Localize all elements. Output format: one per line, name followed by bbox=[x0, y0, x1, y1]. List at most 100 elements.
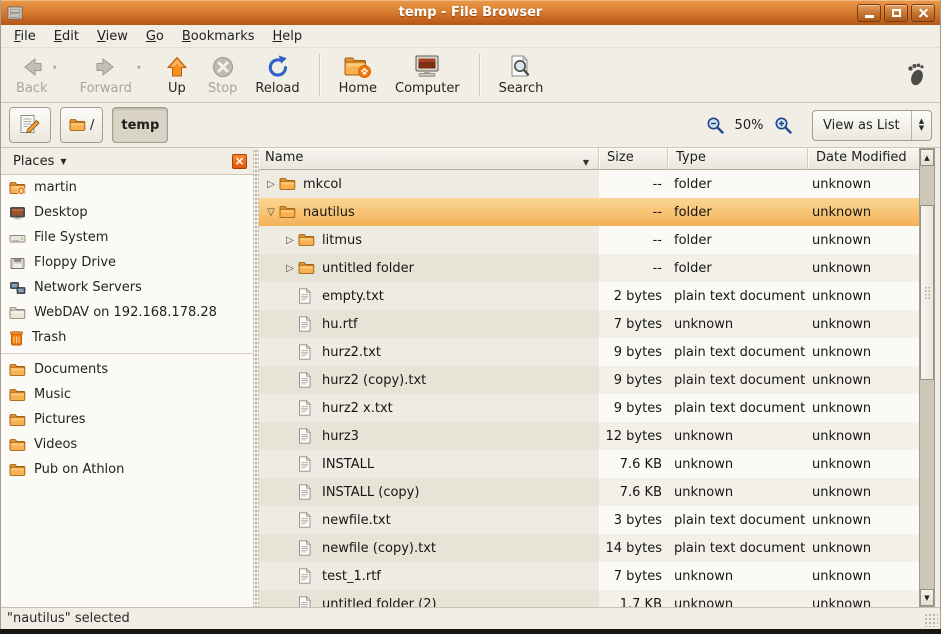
minimize-button[interactable] bbox=[857, 4, 881, 22]
file-row[interactable]: INSTALL (copy)7.6 KBunknownunknown bbox=[259, 478, 921, 506]
sidebar-item-file-system[interactable]: File System bbox=[1, 225, 253, 250]
scrollbar-thumb[interactable] bbox=[920, 205, 934, 380]
file-row[interactable]: hu.rtf7 bytesunknownunknown bbox=[259, 310, 921, 338]
file-name: empty.txt bbox=[322, 289, 384, 304]
document-icon bbox=[298, 512, 311, 528]
menu-help[interactable]: Help bbox=[264, 27, 312, 46]
close-button[interactable] bbox=[911, 4, 935, 22]
file-row[interactable]: ▽nautilus--folderunknown bbox=[259, 198, 921, 226]
file-date-modified: unknown bbox=[808, 478, 921, 506]
home-button[interactable]: Home bbox=[330, 52, 386, 97]
menu-go[interactable]: Go bbox=[137, 27, 173, 46]
search-button[interactable]: Search bbox=[490, 52, 553, 97]
file-row[interactable]: ▷mkcol--folderunknown bbox=[259, 170, 921, 198]
sidebar-item-label: Floppy Drive bbox=[34, 255, 116, 270]
forward-button[interactable]: Forward bbox=[71, 52, 141, 97]
places-list: martin Desktop File System Floppy Drive Netw… bbox=[1, 175, 253, 482]
expander-icon[interactable]: ▷ bbox=[263, 179, 279, 190]
file-date-modified: unknown bbox=[808, 394, 921, 422]
file-row[interactable]: INSTALL7.6 KBunknownunknown bbox=[259, 450, 921, 478]
back-button[interactable]: Back bbox=[7, 52, 57, 97]
root-path-label: / bbox=[90, 118, 94, 133]
up-button[interactable]: Up bbox=[155, 52, 199, 97]
sidebar-item-pub-on-athlon[interactable]: Pub on Athlon bbox=[1, 457, 253, 482]
file-row[interactable]: hurz312 bytesunknownunknown bbox=[259, 422, 921, 450]
file-row[interactable]: empty.txt2 bytesplain text documentunkno… bbox=[259, 282, 921, 310]
file-row[interactable]: newfile (copy).txt14 bytesplain text doc… bbox=[259, 534, 921, 562]
file-row[interactable]: ▷untitled folder--folderunknown bbox=[259, 254, 921, 282]
drive-icon bbox=[9, 231, 26, 245]
expander-icon[interactable]: ▽ bbox=[263, 207, 279, 218]
computer-icon bbox=[412, 54, 442, 80]
file-size: 12 bytes bbox=[599, 422, 668, 450]
column-header-date-modified[interactable]: Date Modified bbox=[808, 148, 921, 170]
file-name: hurz2 (copy).txt bbox=[322, 373, 426, 388]
computer-button[interactable]: Computer bbox=[386, 52, 469, 97]
root-path-button[interactable]: / bbox=[60, 107, 103, 143]
file-date-modified: unknown bbox=[808, 422, 921, 450]
reload-button[interactable]: Reload bbox=[246, 52, 308, 97]
titlebar[interactable]: temp - File Browser bbox=[1, 0, 940, 25]
chevron-down-icon: ▼ bbox=[60, 157, 66, 166]
file-row[interactable]: ▷litmus--folderunknown bbox=[259, 226, 921, 254]
file-row[interactable]: hurz2.txt9 bytesplain text documentunkno… bbox=[259, 338, 921, 366]
current-path-button[interactable]: temp bbox=[112, 107, 168, 143]
menu-file[interactable]: File bbox=[5, 27, 45, 46]
window-bottom-edge bbox=[0, 629, 941, 634]
column-header-type[interactable]: Type bbox=[668, 148, 808, 170]
zoom-in-button[interactable] bbox=[770, 112, 796, 138]
sidebar-item-documents[interactable]: Documents bbox=[1, 357, 253, 382]
forward-label: Forward bbox=[80, 81, 132, 96]
sidebar-item-webdav-on-192-168-178-28[interactable]: WebDAV on 192.168.178.28 bbox=[1, 300, 253, 325]
expander-icon[interactable]: ▷ bbox=[282, 263, 298, 274]
view-mode-selector[interactable]: View as List ▲▼ bbox=[812, 110, 932, 141]
maximize-button[interactable] bbox=[884, 4, 908, 22]
sidebar-close-button[interactable]: × bbox=[232, 154, 247, 169]
places-selector[interactable]: Places ▼ bbox=[7, 152, 73, 171]
file-row[interactable]: hurz2 (copy).txt9 bytesplain text docume… bbox=[259, 366, 921, 394]
sidebar-item-label: Music bbox=[34, 387, 71, 402]
resize-grip[interactable] bbox=[924, 613, 938, 627]
file-row[interactable]: untitled folder (2)1.7 KBunknownunknown bbox=[259, 590, 921, 607]
file-row[interactable]: newfile.txt3 bytesplain text documentunk… bbox=[259, 506, 921, 534]
file-name: INSTALL (copy) bbox=[322, 485, 419, 500]
sidebar-item-martin[interactable]: martin bbox=[1, 175, 253, 200]
menu-edit[interactable]: Edit bbox=[45, 27, 88, 46]
sidebar-item-videos[interactable]: Videos bbox=[1, 432, 253, 457]
file-date-modified: unknown bbox=[808, 282, 921, 310]
vertical-scrollbar[interactable]: ▲ ▼ bbox=[919, 148, 935, 607]
sidebar-separator bbox=[1, 353, 253, 354]
column-header-name[interactable]: Name▼ bbox=[259, 148, 599, 170]
back-history-dropdown[interactable]: ▾ bbox=[53, 52, 67, 82]
sidebar-item-music[interactable]: Music bbox=[1, 382, 253, 407]
file-row[interactable]: test_1.rtf7 bytesunknownunknown bbox=[259, 562, 921, 590]
location-bar: / temp 50% View as List ▲▼ bbox=[1, 103, 940, 148]
expander-icon[interactable]: ▷ bbox=[282, 235, 298, 246]
sidebar-item-trash[interactable]: Trash bbox=[1, 325, 253, 350]
file-size: -- bbox=[599, 226, 668, 254]
scrollbar-track[interactable] bbox=[920, 166, 934, 589]
sidebar-header: Places ▼ × bbox=[1, 148, 253, 175]
scroll-down-button[interactable]: ▼ bbox=[920, 589, 934, 606]
places-sidebar: Places ▼ × martin Desktop File System Flopp… bbox=[1, 148, 253, 607]
forward-history-dropdown[interactable]: ▾ bbox=[137, 52, 151, 82]
file-size: 9 bytes bbox=[599, 394, 668, 422]
zoom-out-button[interactable] bbox=[702, 112, 728, 138]
file-type: folder bbox=[668, 198, 808, 226]
sidebar-item-label: Desktop bbox=[34, 205, 88, 220]
file-size: 9 bytes bbox=[599, 366, 668, 394]
spinner-arrows-icon[interactable]: ▲▼ bbox=[911, 111, 931, 140]
sidebar-item-desktop[interactable]: Desktop bbox=[1, 200, 253, 225]
menu-bookmarks[interactable]: Bookmarks bbox=[173, 27, 264, 46]
network-icon bbox=[9, 281, 26, 295]
stop-button[interactable]: Stop bbox=[199, 52, 247, 97]
sidebar-item-floppy-drive[interactable]: Floppy Drive bbox=[1, 250, 253, 275]
column-header-size[interactable]: Size bbox=[599, 148, 668, 170]
menu-view[interactable]: View bbox=[88, 27, 137, 46]
scroll-up-button[interactable]: ▲ bbox=[920, 149, 934, 166]
toggle-location-entry-button[interactable] bbox=[9, 107, 51, 143]
sidebar-item-network-servers[interactable]: Network Servers bbox=[1, 275, 253, 300]
document-icon bbox=[298, 568, 311, 584]
file-row[interactable]: hurz2 x.txt9 bytesplain text documentunk… bbox=[259, 394, 921, 422]
sidebar-item-pictures[interactable]: Pictures bbox=[1, 407, 253, 432]
